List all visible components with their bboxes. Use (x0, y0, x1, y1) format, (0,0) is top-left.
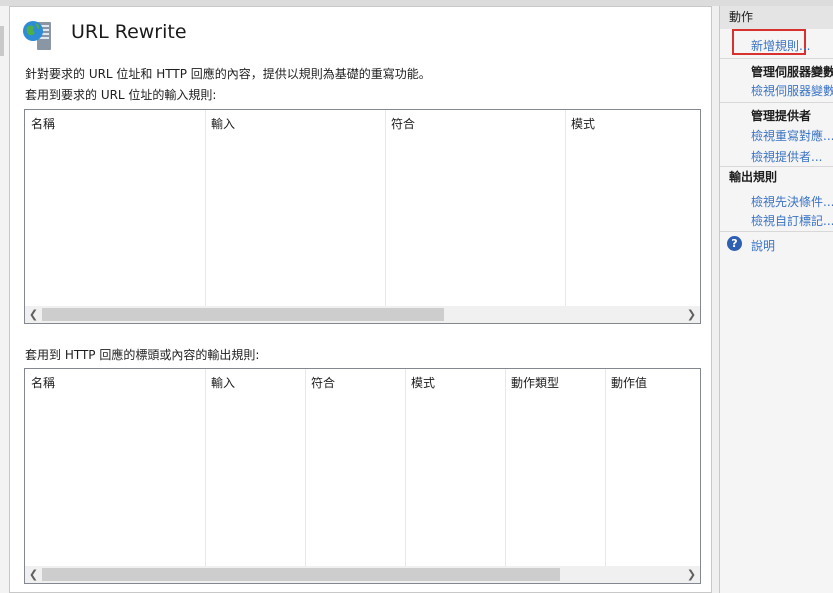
inbound-rules-grid[interactable]: 名稱 輸入 符合 模式 ❮ ❯ (24, 109, 701, 324)
outbound-col-pattern[interactable]: 模式 (405, 369, 506, 566)
column-header: 輸入 (211, 117, 236, 131)
outbound-rules-grid[interactable]: 名稱 輸入 符合 模式 動作類型 動作值 ❮ ❯ (24, 368, 701, 584)
inbound-col-input[interactable]: 輸入 (205, 110, 386, 306)
view-custom-tags-link[interactable]: 檢視自訂標記... (751, 212, 833, 229)
chevron-left-icon[interactable]: ❮ (25, 306, 42, 323)
outbound-rules-label: 套用到 HTTP 回應的標頭或內容的輸出規則: (25, 348, 260, 362)
column-header: 名稱 (31, 376, 56, 390)
chevron-right-icon[interactable]: ❯ (683, 306, 700, 323)
view-server-variables-link[interactable]: 檢視伺服器變數 (751, 82, 833, 99)
view-preconditions-link[interactable]: 檢視先決條件... (751, 193, 833, 210)
connections-pane-edge (0, 6, 9, 593)
chevron-left-icon[interactable]: ❮ (25, 566, 42, 583)
inbound-rules-headers: 名稱 輸入 符合 模式 (25, 110, 700, 306)
column-header: 動作值 (611, 376, 648, 390)
help-link[interactable]: 說明 (751, 237, 775, 254)
providers-heading: 管理提供者 (751, 109, 812, 123)
help-icon[interactable]: ? (727, 236, 742, 251)
actions-pane-title: 動作 (720, 6, 833, 29)
view-providers-link[interactable]: 檢視提供者... (751, 148, 822, 165)
column-header: 符合 (311, 376, 336, 390)
url-rewrite-globe-server-icon (23, 21, 51, 50)
outbound-col-input[interactable]: 輸入 (205, 369, 306, 566)
column-header: 動作類型 (511, 376, 560, 390)
column-header: 輸入 (211, 376, 236, 390)
divider (720, 102, 833, 103)
feature-page: URL Rewrite 針對要求的 URL 位址和 HTTP 回應的內容，提供以… (9, 6, 712, 593)
add-rule-link[interactable]: 新增規則... (751, 37, 810, 54)
outbound-horizontal-scrollbar[interactable]: ❮ ❯ (25, 566, 700, 583)
inbound-col-pattern[interactable]: 模式 (565, 110, 700, 306)
inbound-col-name[interactable]: 名稱 (25, 110, 206, 306)
outbound-col-action-value[interactable]: 動作值 (605, 369, 700, 566)
inbound-col-match[interactable]: 符合 (385, 110, 566, 306)
column-header: 模式 (411, 376, 436, 390)
inbound-rules-label: 套用到要求的 URL 位址的輸入規則: (25, 88, 217, 102)
column-header: 名稱 (31, 117, 56, 131)
column-header: 模式 (571, 117, 596, 131)
outbound-col-action-type[interactable]: 動作類型 (505, 369, 606, 566)
splitter-mark (0, 26, 4, 56)
server-variables-heading: 管理伺服器變數 (751, 65, 833, 79)
actions-pane: 動作 新增規則... 管理伺服器變數 檢視伺服器變數 管理提供者 檢視重寫對應.… (719, 6, 833, 593)
divider (720, 231, 833, 232)
outbound-rules-headers: 名稱 輸入 符合 模式 動作類型 動作值 (25, 369, 700, 566)
outbound-col-name[interactable]: 名稱 (25, 369, 206, 566)
scrollbar-thumb[interactable] (42, 308, 444, 321)
divider (720, 166, 833, 167)
column-header: 符合 (391, 117, 416, 131)
outbound-rules-heading: 輸出規則 (729, 170, 778, 184)
chevron-right-icon[interactable]: ❯ (683, 566, 700, 583)
inbound-horizontal-scrollbar[interactable]: ❮ ❯ (25, 306, 700, 323)
divider (720, 58, 833, 59)
page-description: 針對要求的 URL 位址和 HTTP 回應的內容，提供以規則為基礎的重寫功能。 (25, 67, 431, 81)
view-rewrite-maps-link[interactable]: 檢視重寫對應... (751, 127, 833, 144)
outbound-col-match[interactable]: 符合 (305, 369, 406, 566)
scrollbar-thumb[interactable] (42, 568, 560, 581)
page-title: URL Rewrite (71, 21, 187, 43)
